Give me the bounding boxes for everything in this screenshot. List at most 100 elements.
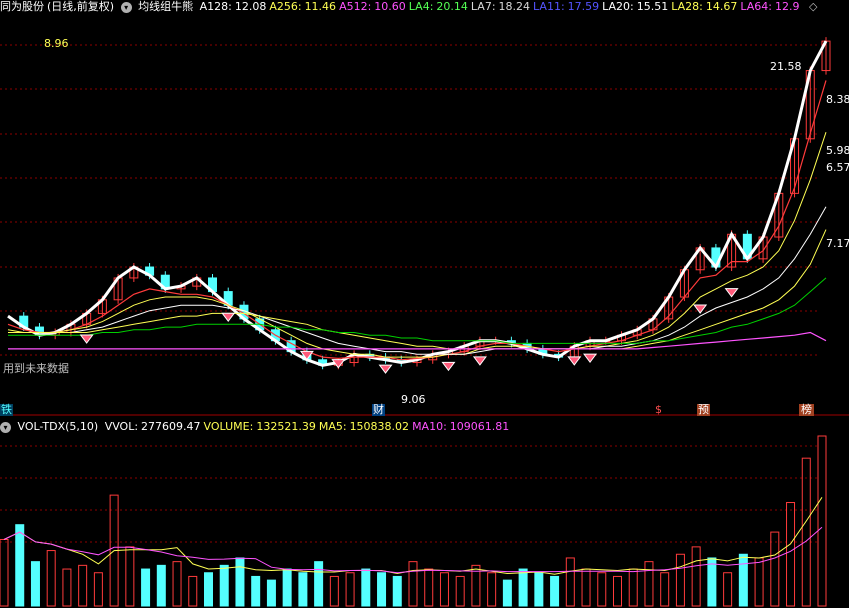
volume-ma5-value: 150838.02	[349, 420, 410, 433]
volume-bar	[125, 546, 135, 607]
signal-marker	[378, 364, 393, 374]
volume-bar	[156, 564, 166, 607]
chevron-down-icon[interactable]: ▾	[120, 1, 132, 13]
signal-marker	[567, 356, 582, 366]
volume-bar	[439, 572, 449, 607]
indicator-a256-value: 11.46	[304, 0, 337, 13]
indicator-a512-value: 10.60	[374, 0, 406, 13]
signal-marker	[724, 288, 739, 298]
volume-bar	[377, 572, 387, 607]
ma-line-3	[8, 206, 827, 355]
volume-bar	[219, 564, 229, 607]
volume-bar	[141, 568, 151, 607]
volume-bar	[282, 568, 292, 607]
volume-ma10-value: 109061.81	[449, 420, 510, 433]
indicator-la7: LA7:	[470, 0, 496, 13]
signal-marker	[79, 334, 94, 344]
volume-bar	[754, 557, 764, 607]
indicator-la11-value: 17.59	[567, 0, 600, 13]
volume-bar	[817, 435, 827, 607]
volume-bar	[188, 575, 198, 607]
indicator-la7-value: 18.24	[498, 0, 531, 13]
volume-bar	[172, 561, 182, 607]
indicator-la28: LA28:	[671, 0, 703, 13]
price-label-high-left: 8.96	[44, 37, 69, 50]
volume-bar	[738, 553, 748, 607]
volume-bar	[392, 575, 402, 607]
volume-bar	[565, 557, 575, 607]
volume-values: VVOL: 277609.47 VOLUME: 132521.39 MA5: 150838…	[105, 420, 513, 433]
price-label-right-b: 5.98	[826, 144, 849, 157]
signal-marker	[441, 361, 456, 372]
volume-bar	[581, 568, 591, 607]
indicator-a128-value: 12.08	[234, 0, 267, 13]
signal-marker	[583, 353, 598, 363]
volume-bar	[534, 572, 544, 607]
volume-bar	[550, 575, 560, 607]
signal-marker	[221, 312, 236, 323]
volume-bar	[487, 572, 497, 607]
volume-bar	[518, 568, 528, 607]
price-label-high-right: 21.58	[770, 60, 802, 73]
price-label-right-c: 6.57	[826, 161, 849, 174]
stock-chart-window: 同为股份 (日线,前复权) ▾ 均线组牛熊 A128: 12.08 A256: 11.4…	[0, 0, 849, 608]
volume-bar	[455, 575, 465, 607]
volume-bar	[675, 553, 685, 607]
volume-bar	[30, 561, 40, 607]
indicator-header: 同为股份 (日线,前复权) ▾ 均线组牛熊 A128: 12.08 A256: 11.4…	[0, 0, 820, 14]
volume-bar	[707, 557, 717, 607]
volume-bar	[644, 561, 654, 607]
event-marker-dollar[interactable]: $	[655, 404, 662, 416]
volume-bar	[93, 572, 103, 607]
indicator-la28-value: 14.67	[705, 0, 738, 13]
volume-bar	[502, 579, 512, 607]
volume-bar	[723, 572, 733, 607]
volume-bar	[266, 579, 276, 607]
indicator-a128: A128:	[199, 0, 232, 13]
volume-bar	[613, 575, 622, 607]
volume-ma-line	[3, 497, 823, 575]
ma-line-2	[7, 132, 827, 358]
event-marker-left[interactable]: 铁	[0, 404, 13, 416]
volume-bar	[78, 564, 88, 607]
event-marker-list[interactable]: 榜	[799, 404, 814, 416]
volume-bar	[424, 568, 434, 607]
indicator-la20-value: 15.51	[636, 0, 669, 13]
price-label-right-d: 7.17	[826, 237, 849, 250]
ma-line-1	[7, 80, 827, 361]
volume-volume-value: 132521.39	[256, 420, 316, 433]
signal-marker	[693, 304, 708, 314]
stock-name[interactable]: 同为股份	[0, 0, 44, 13]
signal-marker	[472, 356, 487, 366]
volume-indicator-name[interactable]: VOL-TDX(5,10)	[18, 420, 99, 433]
volume-bar	[314, 561, 324, 607]
indicator-la4-value: 20.14	[436, 0, 468, 13]
volume-bar	[204, 572, 213, 607]
price-label-low: 9.06	[401, 393, 426, 406]
volume-vvol: VVOL:	[104, 420, 139, 433]
future-data-notice: 用到未来数据	[3, 362, 69, 375]
volume-volume: VOLUME:	[203, 420, 254, 433]
diamond-icon[interactable]: ◇	[809, 0, 817, 13]
price-chart[interactable]	[0, 0, 849, 416]
chevron-down-icon[interactable]: ▾	[0, 421, 11, 433]
volume-bar	[770, 531, 780, 607]
indicator-la11: LA11:	[533, 0, 565, 13]
event-marker-forecast[interactable]: 预	[697, 404, 710, 416]
indicator-la64-value: 12.9	[774, 0, 800, 13]
indicator-name[interactable]: 均线组牛熊	[138, 0, 193, 13]
volume-chart[interactable]	[0, 416, 849, 608]
volume-bar	[408, 561, 418, 607]
event-marker-finance[interactable]: 财	[372, 404, 385, 416]
volume-bar	[345, 572, 355, 607]
volume-bar	[801, 457, 811, 607]
volume-bar	[235, 557, 245, 607]
volume-bar	[361, 568, 371, 607]
indicator-values: A128: 12.08 A256: 11.46 A512: 10.60 LA4: 20.14 L…	[200, 0, 803, 13]
volume-bar	[0, 538, 9, 607]
period-label: (日线,前复权)	[47, 0, 115, 13]
indicator-a256: A256:	[269, 0, 302, 13]
volume-bar	[628, 568, 638, 607]
volume-bar	[15, 524, 25, 607]
volume-bar	[329, 575, 339, 607]
